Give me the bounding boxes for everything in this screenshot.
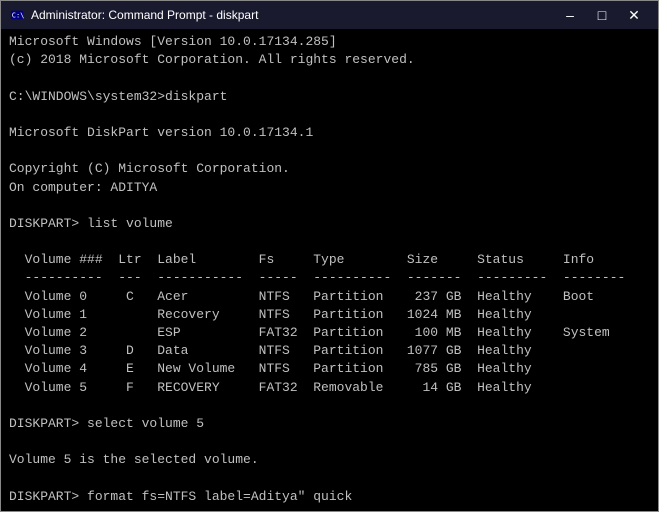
- console-line: [9, 397, 650, 415]
- cmd-window: C:\ Administrator: Command Prompt - disk…: [0, 0, 659, 512]
- console-line: [9, 106, 650, 124]
- console-line: [9, 142, 650, 160]
- console-line: Volume 2 ESP FAT32 Partition 100 MB Heal…: [9, 324, 650, 342]
- console-line: DISKPART> format fs=NTFS label=Aditya" q…: [9, 488, 650, 506]
- console-line: [9, 69, 650, 87]
- console-output: Microsoft Windows [Version 10.0.17134.28…: [1, 29, 658, 511]
- console-line: DISKPART> select volume 5: [9, 415, 650, 433]
- console-line: Microsoft Windows [Version 10.0.17134.28…: [9, 33, 650, 51]
- console-line: C:\WINDOWS\system32>diskpart: [9, 88, 650, 106]
- maximize-button[interactable]: □: [586, 1, 618, 29]
- console-line: On computer: ADITYA: [9, 179, 650, 197]
- console-line: Volume 5 F RECOVERY FAT32 Removable 14 G…: [9, 379, 650, 397]
- console-line: Volume 0 C Acer NTFS Partition 237 GB He…: [9, 288, 650, 306]
- window-controls: – □ ✕: [554, 1, 650, 29]
- minimize-button[interactable]: –: [554, 1, 586, 29]
- window-title: Administrator: Command Prompt - diskpart: [31, 8, 554, 22]
- console-line: [9, 197, 650, 215]
- console-line: Volume 4 E New Volume NTFS Partition 785…: [9, 360, 650, 378]
- console-line: DISKPART> list volume: [9, 215, 650, 233]
- console-line: Volume 3 D Data NTFS Partition 1077 GB H…: [9, 342, 650, 360]
- console-line: [9, 506, 650, 511]
- console-line: (c) 2018 Microsoft Corporation. All righ…: [9, 51, 650, 69]
- console-line: Volume 5 is the selected volume.: [9, 451, 650, 469]
- console-line: ---------- --- ----------- ----- -------…: [9, 269, 650, 287]
- console-line: Volume ### Ltr Label Fs Type Size Status…: [9, 251, 650, 269]
- cmd-icon: C:\: [9, 7, 25, 23]
- console-line: Copyright (C) Microsoft Corporation.: [9, 160, 650, 178]
- console-line: [9, 433, 650, 451]
- svg-text:C:\: C:\: [12, 12, 24, 20]
- console-line: [9, 233, 650, 251]
- console-line: [9, 470, 650, 488]
- console-line: Microsoft DiskPart version 10.0.17134.1: [9, 124, 650, 142]
- title-bar: C:\ Administrator: Command Prompt - disk…: [1, 1, 658, 29]
- console-line: Volume 1 Recovery NTFS Partition 1024 MB…: [9, 306, 650, 324]
- close-button[interactable]: ✕: [618, 1, 650, 29]
